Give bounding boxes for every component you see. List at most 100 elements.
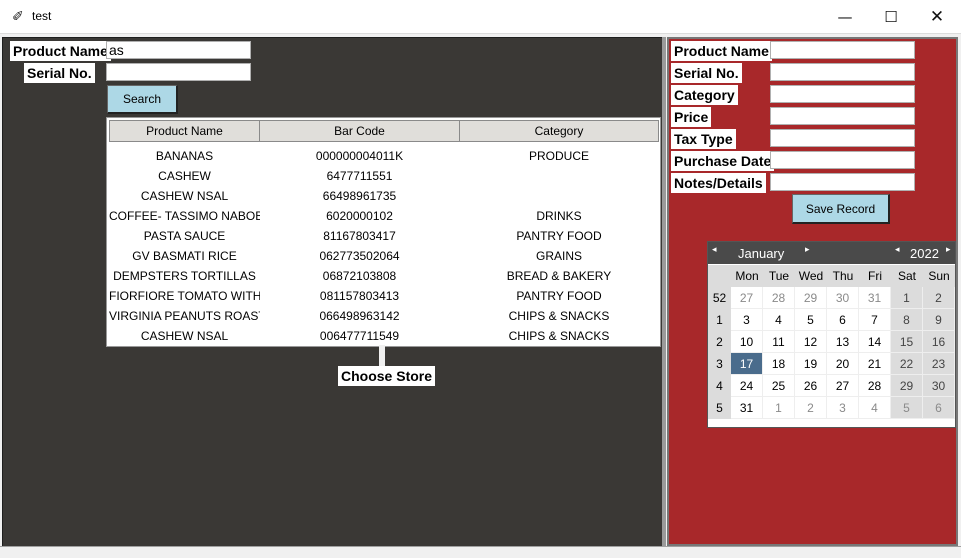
calendar-day[interactable]: 12 [795, 331, 827, 353]
cell-category: GRAINS [535, 249, 582, 263]
record-field-label: Serial No. [671, 63, 742, 83]
record-field-label: Category [671, 85, 738, 105]
table-row[interactable]: CASHEW NSAL 006477711549 CHIPS & SNACKS [109, 326, 658, 346]
calendar-day[interactable]: 18 [763, 353, 795, 375]
calendar-day[interactable]: 4 [763, 309, 795, 331]
next-month-icon[interactable]: ▸ [805, 245, 810, 255]
record-field-input[interactable] [770, 63, 915, 81]
calendar-day[interactable]: 29 [795, 287, 827, 309]
column-header-bar-code[interactable]: Bar Code [259, 120, 460, 142]
choose-store-label[interactable]: Choose Store [338, 366, 436, 386]
calendar-day[interactable]: 29 [891, 375, 923, 397]
table-row[interactable]: CASHEW 6477711551 [109, 166, 658, 186]
cell-product-name: COFFEE- TASSIMO NABOB [109, 209, 260, 223]
calendar-day[interactable]: 6 [827, 309, 859, 331]
calendar-day[interactable]: 13 [827, 331, 859, 353]
cell-bar-code: 06872103808 [322, 269, 397, 283]
table-header: Product Name Bar Code Category [109, 120, 659, 143]
record-field-input[interactable] [770, 85, 915, 103]
calendar-day[interactable]: 3 [731, 309, 763, 331]
cell-bar-code: 66498961735 [322, 189, 397, 203]
record-field-label: Purchase Date [671, 151, 775, 171]
calendar-day[interactable]: 1 [891, 287, 923, 309]
calendar-day[interactable]: 11 [763, 331, 795, 353]
calendar-weekday-label: Sun [923, 265, 955, 287]
calendar-day[interactable]: 1 [763, 397, 795, 419]
calendar-day[interactable]: 25 [763, 375, 795, 397]
cell-bar-code: 062773502064 [319, 249, 400, 263]
calendar-day[interactable]: 16 [923, 331, 955, 353]
search-button[interactable]: Search [107, 85, 178, 114]
cell-category: DRINKS [536, 209, 582, 223]
calendar-day[interactable]: 3 [827, 397, 859, 419]
table-row[interactable]: FIORFIORE TOMATO WITH 081157803413 PANTRY … [109, 286, 658, 306]
calendar-day[interactable]: 2 [923, 287, 955, 309]
cell-bar-code: 006477711549 [319, 329, 400, 343]
calendar-day[interactable]: 30 [923, 375, 955, 397]
calendar-day[interactable]: 27 [827, 375, 859, 397]
calendar-day[interactable]: 4 [859, 397, 891, 419]
calendar-day[interactable]: 30 [827, 287, 859, 309]
date-calendar[interactable]: ◂ January ▸ ◂ 2022 ▸ Mon Tue Wed Thu Fri Sat S… [707, 241, 956, 428]
table-row[interactable]: DEMPSTERS TORTILLAS 06872103808 BREAD & BA… [109, 266, 658, 286]
record-field-input[interactable] [770, 107, 915, 125]
calendar-day[interactable]: 24 [731, 375, 763, 397]
table-row[interactable]: GV BASMATI RICE 062773502064 GRAINS [109, 246, 658, 266]
calendar-day[interactable]: 8 [891, 309, 923, 331]
close-icon[interactable]: ✕ [914, 0, 960, 33]
cell-product-name: PASTA SAUCE [143, 229, 226, 243]
product-name-search-input[interactable] [106, 41, 251, 59]
calendar-day[interactable]: 19 [795, 353, 827, 375]
table-row[interactable]: COFFEE- TASSIMO NABOB 6020000102 DRINKS [109, 206, 658, 226]
minimize-icon[interactable]: — [822, 0, 868, 33]
next-year-icon[interactable]: ▸ [946, 245, 951, 255]
calendar-day[interactable]: 7 [859, 309, 891, 331]
calendar-day[interactable]: 5 [795, 309, 827, 331]
calendar-day[interactable]: 9 [923, 309, 955, 331]
calendar-day[interactable]: 20 [827, 353, 859, 375]
save-record-button[interactable]: Save Record [792, 194, 890, 224]
table-row[interactable]: BANANAS 000000004011K PRODUCE [109, 146, 658, 166]
calendar-day[interactable]: 5 [891, 397, 923, 419]
column-header-product-name[interactable]: Product Name [109, 120, 260, 142]
calendar-week-number: 5 [708, 397, 731, 419]
calendar-day[interactable]: 27 [731, 287, 763, 309]
column-header-category[interactable]: Category [459, 120, 659, 142]
results-table[interactable]: Product Name Bar Code Category BANANAS 00… [106, 117, 661, 347]
calendar-day[interactable]: 26 [795, 375, 827, 397]
prev-month-icon[interactable]: ◂ [712, 245, 717, 255]
calendar-day[interactable]: 6 [923, 397, 955, 419]
calendar-corner [708, 265, 731, 287]
calendar-day[interactable]: 21 [859, 353, 891, 375]
record-field-input[interactable] [770, 129, 915, 147]
calendar-week-number: 1 [708, 309, 731, 331]
panel-divider [662, 37, 666, 547]
calendar-day[interactable]: 31 [859, 287, 891, 309]
calendar-day[interactable]: 2 [795, 397, 827, 419]
calendar-day[interactable]: 28 [859, 375, 891, 397]
calendar-day[interactable]: 23 [923, 353, 955, 375]
cell-bar-code: 000000004011K [315, 149, 404, 163]
calendar-day[interactable]: 31 [731, 397, 763, 419]
bottom-edge [0, 546, 961, 558]
calendar-day[interactable]: 10 [731, 331, 763, 353]
calendar-day[interactable]: 17 [731, 353, 763, 375]
record-field-input[interactable] [770, 173, 915, 191]
table-row[interactable]: CASHEW NSAL 66498961735 [109, 186, 658, 206]
calendar-day[interactable]: 15 [891, 331, 923, 353]
cell-bar-code: 6020000102 [326, 209, 393, 223]
calendar-day[interactable]: 14 [859, 331, 891, 353]
calendar-day[interactable]: 22 [891, 353, 923, 375]
record-field-input[interactable] [770, 151, 915, 169]
record-field-input[interactable] [770, 41, 915, 59]
maximize-icon[interactable]: ☐ [868, 0, 914, 33]
calendar-weekday-label: Wed [795, 265, 827, 287]
cell-product-name: CASHEW [158, 169, 211, 183]
table-row[interactable]: VIRGINIA PEANUTS ROASTI 066498963142 CHIPS… [109, 306, 658, 326]
serial-no-search-input[interactable] [106, 63, 251, 81]
prev-year-icon[interactable]: ◂ [895, 245, 900, 255]
calendar-day[interactable]: 28 [763, 287, 795, 309]
cell-category: BREAD & BAKERY [506, 269, 612, 283]
table-row[interactable]: PASTA SAUCE 81167803417 PANTRY FOOD [109, 226, 658, 246]
cell-bar-code: 81167803417 [323, 229, 396, 243]
